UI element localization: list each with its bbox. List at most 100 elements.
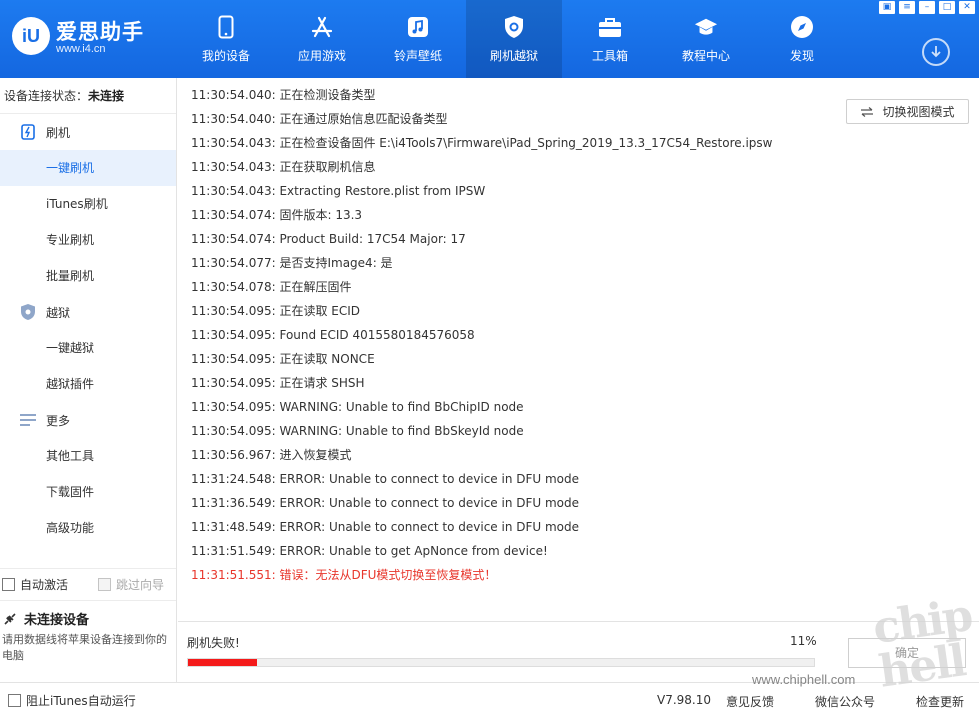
wechat-link[interactable]: 微信公众号 bbox=[815, 693, 875, 710]
nav-apps-games[interactable]: 应用游戏 bbox=[274, 0, 370, 78]
block-itunes-row: 阻止iTunes自动运行 bbox=[8, 692, 136, 709]
graduation-cap-icon bbox=[694, 15, 718, 39]
flash-icon bbox=[20, 124, 36, 140]
log-line: 11:30:54.095: 正在读取 ECID bbox=[191, 304, 361, 318]
log-line: 11:30:54.095: WARNING: Unable to find Bb… bbox=[191, 424, 524, 438]
nav-tutorials[interactable]: 教程中心 bbox=[658, 0, 754, 78]
status-bar: 阻止iTunes自动运行 V7.98.10 意见反馈 微信公众号 检查更新 bbox=[0, 682, 979, 715]
sidebar-group-label: 更多 bbox=[46, 413, 71, 428]
sidebar-item-one-click-flash[interactable]: 一键刷机 bbox=[0, 150, 176, 186]
sidebar-item-one-click-jailbreak[interactable]: 一键越狱 bbox=[0, 330, 176, 366]
log-line: 11:30:54.095: Found ECID 401558018457605… bbox=[191, 328, 475, 342]
close-icon[interactable]: ✕ bbox=[959, 1, 975, 14]
skip-guide-checkbox[interactable] bbox=[98, 578, 112, 591]
auto-activate-row: 自动激活 跳过向导 bbox=[0, 568, 176, 600]
nav-label: 应用游戏 bbox=[297, 49, 346, 63]
sidebar-group-label: 刷机 bbox=[46, 125, 71, 140]
unplugged-icon bbox=[4, 612, 16, 625]
log-line: 11:30:56.967: 进入恢复模式 bbox=[191, 448, 352, 462]
log-line-error: 11:31:51.551: 错误：无法从DFU模式切换至恢复模式！ bbox=[191, 568, 497, 582]
device-title-text: 未连接设备 bbox=[24, 613, 90, 628]
sidebar-item-other-tools[interactable]: 其他工具 bbox=[0, 438, 176, 474]
app-name: 爱思助手 bbox=[56, 20, 144, 44]
skip-guide: 跳过向导 bbox=[98, 576, 164, 593]
menu-icon[interactable]: ≡ bbox=[899, 1, 915, 14]
nav-my-device[interactable]: 我的设备 bbox=[178, 0, 274, 78]
shirt-icon[interactable]: ▣ bbox=[879, 1, 895, 14]
music-note-icon bbox=[406, 15, 430, 39]
sidebar-item-download-firmware[interactable]: 下载固件 bbox=[0, 474, 176, 510]
log-line: 11:30:54.043: 正在检查设备固件 E:\i4Tools7\Firmw… bbox=[191, 136, 773, 150]
log-line: 11:30:54.043: 正在获取刷机信息 bbox=[191, 160, 376, 174]
version-label: V7.98.10 bbox=[657, 693, 712, 707]
maximize-icon[interactable]: □ bbox=[939, 1, 955, 14]
sidebar-group-more[interactable]: 更多 bbox=[0, 402, 176, 438]
log-line: 11:31:36.549: ERROR: Unable to connect t… bbox=[191, 496, 580, 510]
log-line: 11:30:54.095: 正在请求 SHSH bbox=[191, 376, 365, 390]
app-logo: iU bbox=[12, 17, 50, 55]
list-icon bbox=[20, 412, 36, 428]
main-nav: 我的设备 应用游戏 铃声壁纸 刷机越狱 工具箱 教程中心 发现 bbox=[178, 0, 850, 78]
app-url: www.i4.cn bbox=[56, 43, 106, 55]
log-line: 11:30:54.074: 固件版本: 13.3 bbox=[191, 208, 363, 222]
sidebar-item-itunes-flash[interactable]: iTunes刷机 bbox=[0, 186, 176, 222]
download-button[interactable] bbox=[922, 38, 950, 66]
nav-label: 我的设备 bbox=[201, 49, 250, 63]
app-store-icon bbox=[310, 15, 334, 39]
nav-discover[interactable]: 发现 bbox=[754, 0, 850, 78]
log-line: 11:30:54.077: 是否支持Image4: 是 bbox=[191, 256, 393, 270]
feedback-link[interactable]: 意见反馈 bbox=[726, 693, 774, 710]
log-list: 11:30:54.040: 正在检测设备类型 11:30:54.040: 正在通过… bbox=[191, 83, 831, 587]
log-line: 11:30:54.040: 正在通过原始信息匹配设备类型 bbox=[191, 112, 448, 126]
sidebar-item-jailbreak-plugins[interactable]: 越狱插件 bbox=[0, 366, 176, 402]
sidebar-group-jailbreak[interactable]: 越狱 bbox=[0, 294, 176, 330]
progress-bar bbox=[187, 658, 815, 667]
progress-fill bbox=[188, 659, 257, 666]
log-line: 11:30:54.095: WARNING: Unable to find Bb… bbox=[191, 400, 524, 414]
log-line: 11:30:54.095: 正在读取 NONCE bbox=[191, 352, 375, 366]
auto-activate-label: 自动激活 bbox=[20, 578, 69, 592]
sidebar-group-flash[interactable]: 刷机 bbox=[0, 114, 176, 150]
log-line: 11:31:51.549: ERROR: Unable to get ApNon… bbox=[191, 544, 548, 558]
log-line: 11:30:54.078: 正在解压固件 bbox=[191, 280, 352, 294]
nav-label: 铃声壁纸 bbox=[393, 49, 442, 63]
connection-status-label: 设备连接状态： bbox=[4, 89, 89, 103]
switch-view-label: 切换视图模式 bbox=[882, 105, 955, 119]
sidebar: 设备连接状态：未连接 刷机 一键刷机 iTunes刷机 专业刷机 批量刷机 越狱… bbox=[0, 78, 177, 682]
log-line: 11:30:54.043: Extracting Restore.plist f… bbox=[191, 184, 486, 198]
sidebar-group-label: 越狱 bbox=[46, 305, 71, 320]
sidebar-item-advanced[interactable]: 高级功能 bbox=[0, 510, 176, 546]
device-description: 请用数据线将苹果设备连接到你的电脑 bbox=[2, 633, 167, 662]
progress-percent: 11% bbox=[790, 634, 817, 648]
device-title: 未连接设备 bbox=[2, 609, 176, 628]
auto-activate-checkbox[interactable] bbox=[2, 578, 15, 591]
sidebar-item-pro-flash[interactable]: 专业刷机 bbox=[0, 222, 176, 258]
confirm-button[interactable]: 确定 bbox=[848, 638, 966, 668]
shield-icon bbox=[20, 304, 36, 320]
nav-label: 教程中心 bbox=[681, 49, 730, 63]
log-line: 11:30:54.074: Product Build: 17C54 Major… bbox=[191, 232, 466, 246]
log-line: 11:30:54.040: 正在检测设备类型 bbox=[191, 88, 376, 102]
skip-guide-label: 跳过向导 bbox=[116, 578, 165, 592]
sidebar-item-batch-flash[interactable]: 批量刷机 bbox=[0, 258, 176, 294]
switch-view-button[interactable]: 切换视图模式 bbox=[846, 99, 969, 124]
nav-label: 发现 bbox=[789, 49, 814, 63]
progress-status: 刷机失败! bbox=[187, 636, 240, 650]
sidebar-bottom: 自动激活 跳过向导 未连接设备 请用数据线将苹果设备连接到你的电脑 bbox=[0, 568, 176, 664]
connection-status: 设备连接状态：未连接 bbox=[0, 78, 176, 114]
nav-label: 刷机越狱 bbox=[489, 49, 538, 63]
shield-gear-icon bbox=[502, 15, 526, 39]
nav-ringtones[interactable]: 铃声壁纸 bbox=[370, 0, 466, 78]
nav-flash-jailbreak[interactable]: 刷机越狱 bbox=[466, 0, 562, 78]
log-line: 11:31:48.549: ERROR: Unable to connect t… bbox=[191, 520, 580, 534]
nav-label: 工具箱 bbox=[591, 49, 628, 63]
block-itunes-checkbox[interactable] bbox=[8, 694, 21, 707]
log-line: 11:31:24.548: ERROR: Unable to connect t… bbox=[191, 472, 580, 486]
minimize-icon[interactable]: – bbox=[919, 1, 935, 14]
nav-toolbox[interactable]: 工具箱 bbox=[562, 0, 658, 78]
connection-status-value: 未连接 bbox=[88, 89, 125, 103]
download-arrow-icon bbox=[931, 46, 941, 58]
top-bar: iU 爱思助手 www.i4.cn 我的设备 应用游戏 铃声壁纸 刷机越狱 工具… bbox=[0, 0, 979, 78]
check-update-link[interactable]: 检查更新 bbox=[916, 693, 964, 710]
compass-icon bbox=[790, 15, 814, 39]
